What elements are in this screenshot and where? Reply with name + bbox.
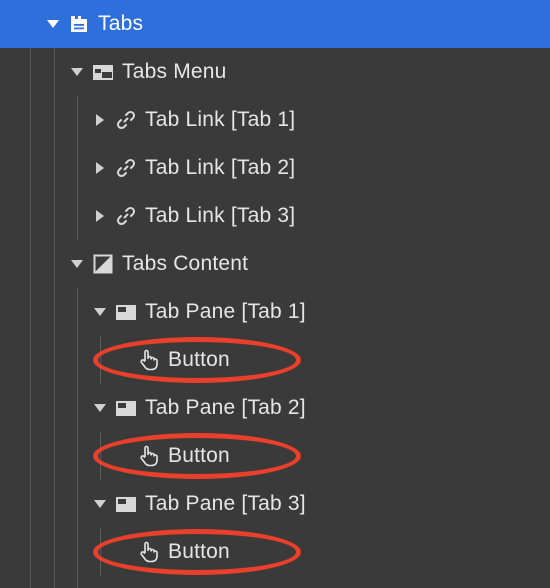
tree-item-label: Button: [168, 444, 230, 467]
tree-item-label: Tab Pane [Tab 3]: [145, 492, 306, 515]
caret-right-icon[interactable]: [93, 161, 107, 175]
caret-down-icon[interactable]: [46, 17, 60, 31]
tree-item-label: Tab Pane [Tab 1]: [145, 300, 306, 323]
link-icon: [115, 157, 137, 179]
link-icon: [115, 109, 137, 131]
tree-item-label: Button: [168, 540, 230, 563]
tree-item-label: Tab Pane [Tab 2]: [145, 396, 306, 419]
hand-pointer-icon: [138, 541, 160, 563]
tree-item-tab-link[interactable]: Tab Link [Tab 3]: [0, 192, 550, 240]
tree-item-label: Button: [168, 348, 230, 371]
tree-item-tab-pane[interactable]: Tab Pane [Tab 3]: [0, 480, 550, 528]
tree-item-tabs-menu[interactable]: Tabs Menu: [0, 48, 550, 96]
tree-item-tab-link[interactable]: Tab Link [Tab 2]: [0, 144, 550, 192]
tabs-menu-icon: [92, 61, 114, 83]
caret-down-icon[interactable]: [70, 257, 84, 271]
tree-item-tabs[interactable]: Tabs: [0, 0, 550, 48]
caret-right-icon[interactable]: [93, 209, 107, 223]
tab-pane-icon: [115, 493, 137, 515]
tree-item-tab-pane[interactable]: Tab Pane [Tab 1]: [0, 288, 550, 336]
tree-item-label: Tabs Menu: [122, 60, 227, 83]
tree-item-label: Tabs Content: [122, 252, 249, 275]
tree-item-label: Tab Link [Tab 1]: [145, 108, 296, 131]
tree-item-label: Tab Link [Tab 3]: [145, 204, 296, 227]
tree-item-label: Tabs: [98, 12, 144, 35]
link-icon: [115, 205, 137, 227]
tree-item-button[interactable]: Button: [0, 528, 550, 576]
caret-down-icon[interactable]: [93, 305, 107, 319]
tree-item-button[interactable]: Button: [0, 432, 550, 480]
caret-right-icon[interactable]: [93, 113, 107, 127]
hand-pointer-icon: [138, 349, 160, 371]
tree-item-tabs-content[interactable]: Tabs Content: [0, 240, 550, 288]
hand-pointer-icon: [138, 445, 160, 467]
tab-pane-icon: [115, 397, 137, 419]
tabs-icon: [68, 13, 90, 35]
tree-item-tab-pane[interactable]: Tab Pane [Tab 2]: [0, 384, 550, 432]
tree-item-label: Tab Link [Tab 2]: [145, 156, 296, 179]
tab-pane-icon: [115, 301, 137, 323]
caret-down-icon[interactable]: [70, 65, 84, 79]
tabs-content-icon: [92, 253, 114, 275]
caret-down-icon[interactable]: [93, 401, 107, 415]
caret-down-icon[interactable]: [93, 497, 107, 511]
tree-item-tab-link[interactable]: Tab Link [Tab 1]: [0, 96, 550, 144]
tree-item-button[interactable]: Button: [0, 336, 550, 384]
